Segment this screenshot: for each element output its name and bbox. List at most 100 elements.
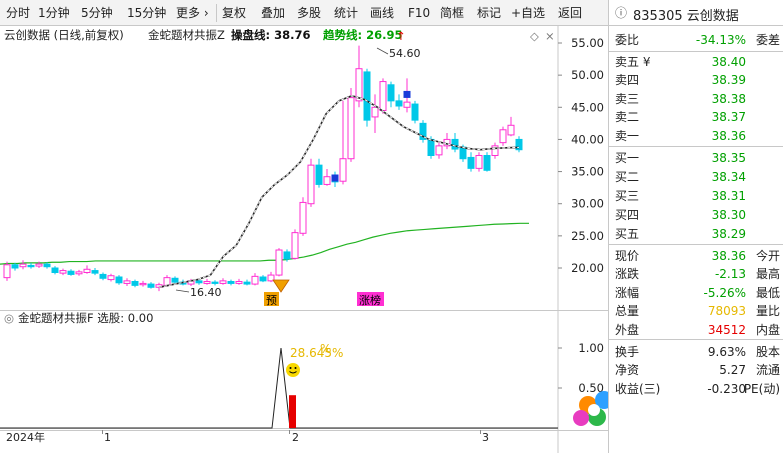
y-tick-label: 20.00 [571,261,604,275]
candle-body[interactable] [483,155,491,171]
tab-15min[interactable]: 15分钟 [127,4,166,22]
candle-body[interactable] [243,281,251,285]
button-back[interactable]: 返回 [558,4,582,22]
candle-body[interactable] [43,263,51,268]
button-multi-stock[interactable]: 多股 [297,4,321,22]
candle-body[interactable] [211,281,219,284]
kline-chart-area[interactable]: 云创数据 (日线,前复权) 金蛇题材共振Z 操盘线: 38.76 趋势线: 26… [0,26,613,453]
bid-price: 38.35 [711,151,746,165]
candle-body[interactable] [291,232,299,259]
subchart-toggle-icon[interactable]: ◎ [4,311,14,325]
candle-body[interactable] [171,277,179,283]
candle-body[interactable] [299,201,307,234]
candle-body[interactable] [115,276,123,284]
candle-body[interactable] [227,281,235,284]
candle-body[interactable] [83,268,91,273]
stat-label-2: 流通 [755,363,780,378]
stat-label: 涨幅 [615,285,640,300]
candle-body[interactable] [219,280,227,284]
candle-body[interactable] [283,251,291,260]
candle-body[interactable] [35,263,43,267]
candle-body[interactable] [411,103,419,121]
button-simple-frame[interactable]: 简框 [440,4,464,22]
candle-body[interactable] [163,277,171,286]
stat-label-2: 量比 [755,304,780,319]
bid-price: 38.29 [711,227,746,241]
stat-label: 换手 [615,345,640,359]
candle-body[interactable] [315,164,323,185]
candle-body[interactable] [67,270,75,275]
bid-label: 买一 [615,151,640,165]
candle-body[interactable] [235,281,243,284]
candle-body[interactable] [59,270,67,274]
candle-body[interactable] [259,276,267,282]
candle-body[interactable] [251,275,259,285]
candle-body[interactable] [91,270,99,274]
candle-body[interactable] [459,146,467,160]
stock-terminal-window: 分时 1分钟 5分钟 15分钟 更多 › 复权 叠加 多股 统计 画线 F10 … [0,0,783,453]
button-mark[interactable]: 标记 [477,4,501,22]
info-icon[interactable]: ⓘ [615,4,627,21]
candle-body[interactable] [491,145,499,157]
candle-body[interactable] [403,101,411,108]
candle-body[interactable] [51,267,59,273]
candle-body[interactable] [139,282,147,286]
candle-body[interactable] [451,138,459,150]
candle-body[interactable] [347,97,355,160]
candle-body[interactable] [3,264,11,279]
candle-body[interactable] [427,138,435,157]
candle-body[interactable] [75,271,83,275]
candle-body[interactable] [131,281,139,286]
button-add-favorite[interactable]: +自选 [511,4,545,22]
tab-5min[interactable]: 5分钟 [81,4,113,22]
stat-value: 38.36 [711,249,746,263]
candle-body[interactable] [323,176,331,185]
tab-intraday[interactable]: 分时 [6,4,30,22]
candle-body[interactable] [19,263,27,268]
candle-body[interactable] [99,273,107,279]
candle-body[interactable] [203,281,211,284]
close-panel-icon[interactable]: × [545,29,555,43]
candle-body[interactable] [467,156,475,169]
stat-value: 5.27 [719,363,746,378]
low-price-label: 16.40 [190,286,222,299]
stat-label: 总量 [615,304,640,319]
candle-body[interactable] [387,84,395,102]
tab-more[interactable]: 更多 › [176,4,209,22]
settings-diamond-icon[interactable]: ◇ [530,29,539,43]
candle-body[interactable] [355,68,363,102]
candle-body[interactable] [507,124,515,136]
tab-1min[interactable]: 1分钟 [38,4,70,22]
candle-body[interactable] [195,280,203,284]
quote-stat-row: 净资 5.27 流通 [609,361,783,379]
ask-label: 卖五 ¥ [615,55,651,69]
candle-body[interactable] [435,145,443,156]
candle-body[interactable] [107,275,115,281]
candle-body[interactable] [339,158,347,182]
candle-body[interactable] [379,81,387,111]
stat-label-2: 今开 [755,249,780,263]
candle-body[interactable] [371,106,379,118]
button-draw-line[interactable]: 画线 [370,4,394,22]
candle-body[interactable] [11,264,19,269]
candle-body[interactable] [363,71,371,121]
ask-row: 卖一 38.36 [609,127,783,145]
candle-body[interactable] [475,155,483,169]
bid-label: 买五 [615,227,640,241]
candle-body[interactable] [499,129,507,144]
xaxis-label-mar: 3 [482,431,489,444]
candle-body[interactable] [275,249,283,276]
bid-price: 38.34 [711,170,746,184]
candle-body[interactable] [307,164,315,205]
button-adjust-rights[interactable]: 复权 [222,4,246,22]
button-statistics[interactable]: 统计 [334,4,358,22]
stat-label: 净资 [615,363,640,378]
quote-stat-row: 现价 38.36 今开 [609,247,783,265]
candle-body[interactable] [395,100,403,107]
candle-body[interactable] [27,264,35,268]
stat-value: 9.63% [707,345,746,359]
candle-body[interactable] [147,283,155,288]
button-overlay[interactable]: 叠加 [261,4,285,22]
button-f10[interactable]: F10 [408,4,430,22]
candle-body[interactable] [123,280,131,284]
